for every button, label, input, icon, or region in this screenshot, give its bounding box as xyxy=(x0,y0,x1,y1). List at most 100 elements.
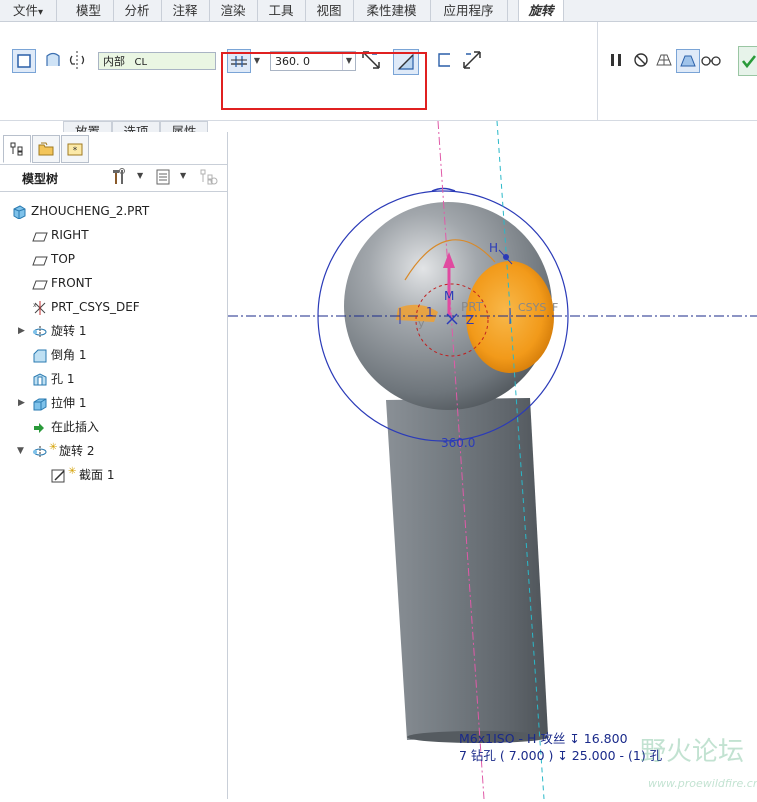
solid-icon xyxy=(17,54,31,68)
csys-icon: x xyxy=(32,300,48,315)
graphics-viewport[interactable]: H M PRT CSYS 1 y Z F 360.0 M6x1ISO - H 攻… xyxy=(228,120,757,800)
revolve-icon xyxy=(32,324,48,338)
menu-bar: 文件▾ 模型 分析 注释 渲染 工具 视图 柔性建模 应用程序 旋转 xyxy=(0,0,757,22)
chevron-down-icon[interactable]: ▼ xyxy=(137,171,143,180)
folder-icon xyxy=(38,142,54,156)
tree-item-label: 倒角 1 xyxy=(51,348,87,362)
label-f: F xyxy=(552,301,558,314)
tab-revolve[interactable]: 旋转 xyxy=(518,0,564,21)
ribbon-separator xyxy=(597,22,598,120)
menu-flexible-modeling[interactable]: 柔性建模 xyxy=(353,0,431,21)
thicken-sketch-icon xyxy=(438,53,450,67)
favorites-icon: * xyxy=(67,143,83,156)
no-preview-button[interactable] xyxy=(630,49,652,71)
feature-preview-button[interactable] xyxy=(676,49,700,73)
tree-item-label: FRONT xyxy=(51,276,92,290)
revolve-icon xyxy=(32,444,48,458)
datum-plane-icon xyxy=(32,252,48,266)
tree-item-label: 孔 1 xyxy=(51,372,75,386)
model-tree-title: 模型树 xyxy=(22,172,59,186)
extrude-icon xyxy=(32,396,48,411)
model-tree-header: 模型树 ▼ ▼ xyxy=(0,164,227,192)
pause-button[interactable] xyxy=(605,49,627,71)
datum-plane-icon xyxy=(32,276,48,290)
menu-annotate[interactable]: 注释 xyxy=(161,0,210,21)
navigator-panel: * 模型树 ▼ ▼ ZHOUCHENG_2.PRT RIGHT TOP FRON… xyxy=(0,132,228,799)
menu-file-label: 文件 xyxy=(12,3,38,18)
hole-note-line-1: M6x1ISO - H 攻丝 ↧ 16.800 xyxy=(459,731,628,746)
surface-icon xyxy=(46,52,60,66)
menu-view[interactable]: 视图 xyxy=(305,0,354,21)
tab-favorites[interactable]: * xyxy=(61,135,89,163)
highlight-box xyxy=(221,52,427,110)
expand-icon[interactable]: ▶ xyxy=(18,320,25,342)
chevron-down-icon[interactable]: ▼ xyxy=(180,171,186,180)
label-h: H xyxy=(489,241,498,255)
solid-button[interactable] xyxy=(12,49,36,73)
label-one: 1 xyxy=(426,305,434,319)
svg-text:x: x xyxy=(33,302,37,309)
new-feature-icon: ✳ xyxy=(68,466,77,477)
ok-button[interactable] xyxy=(738,46,757,76)
verify-button[interactable] xyxy=(700,49,722,71)
geometry-preview-button[interactable] xyxy=(653,49,675,71)
label-z: Z xyxy=(466,313,474,327)
menu-applications[interactable]: 应用程序 xyxy=(430,0,508,21)
new-feature-icon: ✳ xyxy=(49,442,58,453)
show-tree-icon[interactable] xyxy=(155,169,171,188)
axis-reference-field[interactable]: 内部 CL xyxy=(98,52,216,70)
glasses-icon xyxy=(701,56,721,66)
model-canvas[interactable]: H M PRT CSYS 1 y Z F 360.0 M6x1ISO - H 攻… xyxy=(228,120,757,800)
part-icon xyxy=(12,204,28,220)
menu-file[interactable]: 文件▾ xyxy=(0,0,57,21)
label-prt: PRT xyxy=(461,300,484,314)
menu-model[interactable]: 模型 xyxy=(64,0,114,21)
revolve-axis-icon xyxy=(69,51,85,69)
axis-value: CL xyxy=(134,57,148,68)
axis-flip-button[interactable] xyxy=(66,49,88,71)
datum-plane-icon xyxy=(32,228,48,242)
menu-render[interactable]: 渲染 xyxy=(209,0,258,21)
label-y: y xyxy=(418,317,425,330)
axis-side-label: 内部 xyxy=(103,55,125,68)
expand-icon[interactable]: ▶ xyxy=(18,392,25,414)
tree-item-label: RIGHT xyxy=(51,228,89,242)
chamfer-icon xyxy=(32,348,48,363)
hole-icon xyxy=(32,372,48,386)
menu-tools[interactable]: 工具 xyxy=(257,0,306,21)
model-tree-icon xyxy=(10,142,23,156)
tree-item-label: 旋转 2 xyxy=(59,444,95,458)
watermark-title: 野火论坛 xyxy=(640,737,744,767)
settings-tools-icon[interactable] xyxy=(111,168,129,189)
tab-folder-browser[interactable] xyxy=(32,135,60,163)
hole-note-line-2: 7 钻孔 ( 7.000 ) ↧ 25.000 - (1) 孔 xyxy=(459,748,663,763)
watermark-url: www.proewildfire.cn xyxy=(648,777,757,790)
tree-item-label: ZHOUCHENG_2.PRT xyxy=(31,204,150,218)
filter-tree-icon[interactable] xyxy=(200,169,218,188)
checkmark-icon xyxy=(741,55,756,69)
feature-preview-icon xyxy=(680,55,696,67)
tree-item-label: 旋转 1 xyxy=(51,324,87,338)
no-preview-icon xyxy=(634,53,648,67)
pause-icon xyxy=(611,54,621,66)
label-csys: CSYS xyxy=(518,301,546,314)
svg-text:*: * xyxy=(73,146,78,156)
tree-item-label: 在此插入 xyxy=(51,420,100,434)
tree-item-label: PRT_CSYS_DEF xyxy=(51,300,140,314)
thicken-button[interactable] xyxy=(434,49,456,71)
collapse-icon[interactable]: ▼ xyxy=(17,440,24,462)
tab-model-tree[interactable] xyxy=(3,135,31,163)
surface-button[interactable] xyxy=(42,49,64,71)
flip-thicken-button[interactable] xyxy=(461,49,483,71)
label-m: M xyxy=(444,289,454,303)
tree-item-label: 拉伸 1 xyxy=(51,396,87,410)
tree-item-label: TOP xyxy=(51,252,76,266)
sketch-icon xyxy=(51,468,67,483)
insert-here-icon xyxy=(32,420,48,434)
angle-dimension-label[interactable]: 360.0 xyxy=(441,436,475,450)
mesh-preview-icon xyxy=(656,54,672,66)
menu-analysis[interactable]: 分析 xyxy=(113,0,162,21)
flip-direction-icon xyxy=(463,51,481,69)
tree-item-label: 截面 1 xyxy=(79,468,115,482)
chevron-down-icon: ▾ xyxy=(37,7,44,18)
